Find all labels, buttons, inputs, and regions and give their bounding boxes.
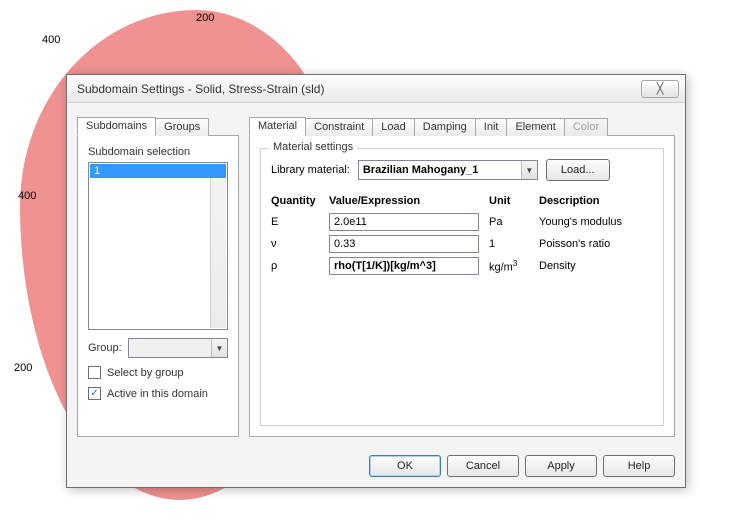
value-input-rho[interactable] [329,257,479,275]
cell-desc: Density [539,255,653,277]
table-header-row: Quantity Value/Expression Unit Descripti… [271,193,653,211]
material-settings-group: Material settings Library material: Braz… [260,148,664,426]
close-button[interactable]: ╳ [641,80,679,98]
list-item[interactable]: 1 [90,164,226,178]
tab-color: Color [564,118,608,136]
cell-desc: Poisson's ratio [539,233,653,255]
group-label: Group: [88,342,122,354]
checkbox-label: Active in this domain [107,388,208,400]
table-row: ν 1 Poisson's ratio [271,233,653,255]
axis-label: 400 [42,34,60,46]
library-material-combo[interactable]: Brazilian Mahogany_1 ▼ [358,160,538,180]
col-value: Value/Expression [329,193,489,211]
subdomain-selection-label: Subdomain selection [88,146,228,158]
table-row: ρ kg/m3 Density [271,255,653,277]
subdomain-settings-dialog: Subdomain Settings - Solid, Stress-Strai… [66,74,686,488]
library-material-label: Library material: [271,164,350,176]
axis-label: 200 [14,362,32,374]
checkbox-box [88,366,101,379]
col-unit: Unit [489,193,539,211]
checkbox-box: ✓ [88,387,101,400]
button-label: Load... [561,164,595,176]
value-input-nu[interactable] [329,235,479,253]
tab-load[interactable]: Load [372,118,414,136]
left-panel: Subdomains Groups Subdomain selection 1 … [77,113,239,437]
button-label: Apply [547,460,575,472]
cell-desc: Young's modulus [539,211,653,233]
button-label: Help [628,460,651,472]
close-icon: ╳ [657,82,664,95]
material-properties-table: Quantity Value/Expression Unit Descripti… [271,193,653,277]
axis-label: 400 [18,190,36,202]
chevron-down-icon: ▼ [211,339,227,357]
select-by-group-checkbox[interactable]: Select by group [88,366,228,379]
tab-element[interactable]: Element [506,118,564,136]
button-label: Cancel [466,460,500,472]
table-row: E Pa Young's modulus [271,211,653,233]
cell-unit: kg/m3 [489,255,539,277]
right-tab-page: Material settings Library material: Braz… [249,135,675,437]
tab-material[interactable]: Material [249,117,306,136]
left-tab-page: Subdomain selection 1 Group: ▼ Select by… [77,135,239,437]
col-quantity: Quantity [271,193,329,211]
right-panel: Material Constraint Load Damping Init El… [249,113,675,437]
dialog-footer: OK Cancel Apply Help [67,447,685,487]
group-combo[interactable]: ▼ [128,338,228,358]
library-material-value: Brazilian Mahogany_1 [363,164,479,176]
tab-damping[interactable]: Damping [414,118,476,136]
chevron-down-icon: ▼ [521,161,537,179]
value-input-E[interactable] [329,213,479,231]
cell-quantity: E [271,211,329,233]
subdomain-list[interactable]: 1 [88,162,228,330]
left-tabstrip: Subdomains Groups [77,113,239,135]
cell-unit: Pa [489,211,539,233]
tab-groups[interactable]: Groups [155,118,209,136]
cell-quantity: ν [271,233,329,255]
button-label: OK [397,460,413,472]
tab-subdomains[interactable]: Subdomains [77,117,156,136]
ok-button[interactable]: OK [369,455,441,477]
groupbox-label: Material settings [269,141,357,153]
tab-init[interactable]: Init [475,118,508,136]
col-description: Description [539,193,653,211]
checkbox-label: Select by group [107,367,183,379]
tab-constraint[interactable]: Constraint [305,118,373,136]
right-tabstrip: Material Constraint Load Damping Init El… [249,113,675,135]
dialog-title: Subdomain Settings - Solid, Stress-Strai… [77,82,324,96]
load-button[interactable]: Load... [546,159,610,181]
axis-label: 200 [196,12,214,24]
active-in-domain-checkbox[interactable]: ✓ Active in this domain [88,387,228,400]
cell-quantity: ρ [271,255,329,277]
help-button[interactable]: Help [603,455,675,477]
apply-button[interactable]: Apply [525,455,597,477]
cell-unit: 1 [489,233,539,255]
cancel-button[interactable]: Cancel [447,455,519,477]
titlebar[interactable]: Subdomain Settings - Solid, Stress-Strai… [67,75,685,103]
